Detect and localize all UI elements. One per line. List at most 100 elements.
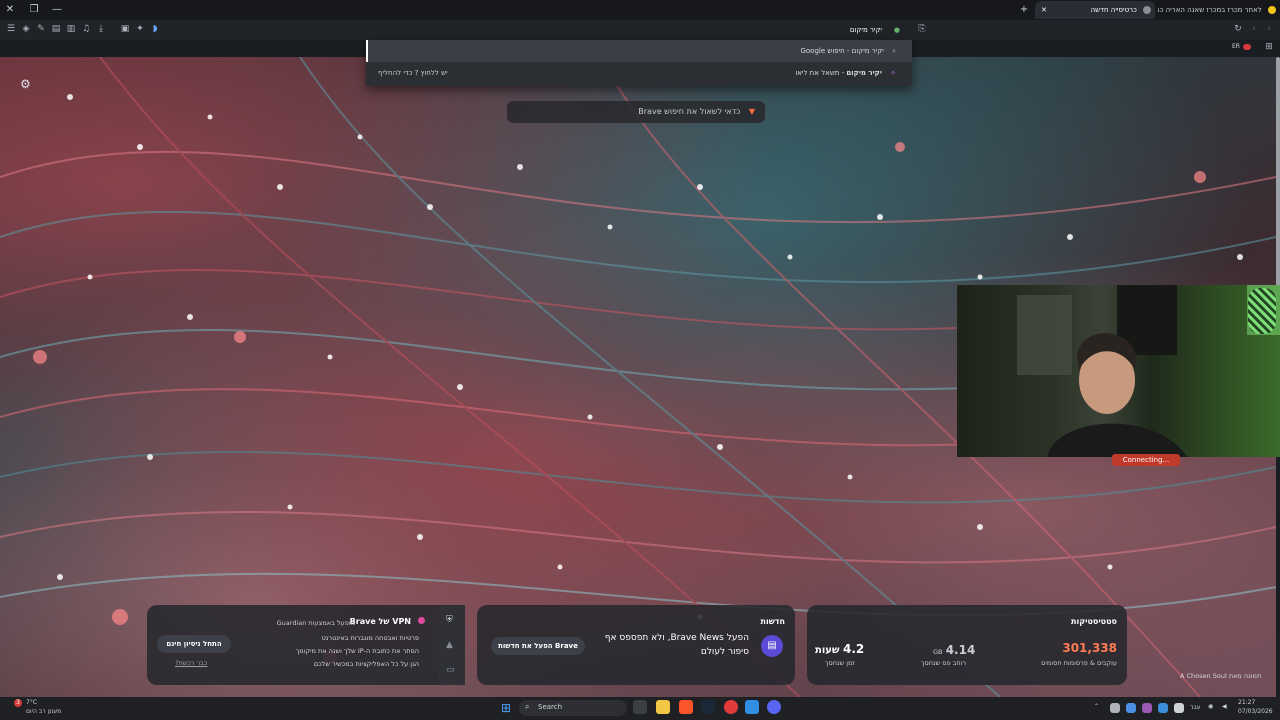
close-window-icon[interactable]: ✕ (2, 2, 18, 18)
restore-window-icon[interactable]: ❐ (26, 2, 42, 18)
record-icon (1243, 44, 1251, 50)
download-icon[interactable]: ⤓ (94, 22, 108, 36)
lang-indicator: ER (1232, 43, 1240, 50)
suggestion-query: יקיר מיקום (851, 47, 884, 55)
suggestion-query: יקיר מיקום (846, 69, 882, 77)
forward-icon[interactable]: ‹ (1247, 22, 1261, 36)
enable-news-button[interactable]: הפעל את חדשות Brave (491, 637, 585, 655)
wallet-icon[interactable]: ◗ (148, 22, 162, 36)
notification-badge: 3 (14, 699, 22, 707)
news-text-line2: סיפור לעולם (700, 647, 749, 657)
app-red-icon[interactable] (724, 700, 738, 714)
volume-icon[interactable]: ◀ (1222, 703, 1227, 710)
address-input[interactable]: יקיר מיקום (850, 26, 912, 34)
sidebar-icon[interactable]: ▤ (49, 22, 63, 36)
stats-card: סטטיסטיקות 301,338 עוקבים & פרסומות חסומ… (807, 605, 1127, 685)
clock-time[interactable]: 21:27 (1238, 699, 1255, 706)
suggestion-google-search[interactable]: ⌕ יקיר מיקום - חיפוש Google (366, 40, 912, 62)
leo-icon: ✧ (890, 69, 896, 77)
tray-app-icon[interactable] (1110, 703, 1120, 713)
vpn-card: VPN של Brave מופעל באמצעות Guardian פרטי… (147, 605, 465, 685)
search-engine-icon: ● (893, 26, 900, 34)
talk-icon[interactable]: ▭ (446, 665, 455, 675)
taskbar-search-box[interactable]: ⌕ Search (519, 700, 627, 716)
photo-credit[interactable]: תמונה מאת A Chosen Soul (1180, 672, 1261, 680)
back-icon[interactable]: › (1262, 22, 1276, 36)
bandwidth-value-group: GB 4.14 (933, 643, 975, 657)
time-value: 4.2 (843, 642, 865, 656)
blocked-label: עוקבים & פרסומות חסומים (1041, 659, 1117, 667)
file-explorer-icon[interactable] (656, 700, 670, 714)
close-tab-icon[interactable]: ✕ (1041, 1, 1047, 19)
panel-icon[interactable]: ▥ (64, 22, 78, 36)
windows-start-icon[interactable]: ⊞ (501, 701, 511, 715)
apps-grid-icon[interactable]: ⊞ (1262, 40, 1276, 54)
suggestion-ask-leo[interactable]: ✧ יקיר מיקום - תשאל את ליאו יש ללחוץ ? כ… (366, 62, 912, 84)
tray-app-icon[interactable] (1174, 703, 1184, 713)
tab-favicon-icon (1143, 6, 1151, 14)
music-icon[interactable]: ♫ (79, 22, 93, 36)
discord-icon[interactable] (767, 700, 781, 714)
news-icon: ▤ (761, 635, 783, 657)
omnibox-dropdown: ⌕ יקיר מיקום - חיפוש Google ✧ יקיר מיקום… (366, 40, 912, 86)
brave-lion-icon: ▼ (748, 107, 755, 116)
vpn-bullet: פרטיות ואבטחה מוגברות באינטרנט (321, 634, 419, 642)
clock-date: 07/03/2026 (1238, 708, 1273, 715)
screenshot-icon[interactable]: ▣ (118, 22, 132, 36)
time-value-group: 4.2 שעות (815, 642, 864, 656)
bandwidth-unit: GB (933, 648, 943, 656)
settings-gear-icon[interactable]: ⚙ (20, 77, 31, 91)
news-title: חדשות (760, 617, 785, 626)
page-scrollbar[interactable] (1276, 57, 1280, 287)
taskbar-search-placeholder: Search (538, 703, 563, 711)
extensions-icon[interactable]: ✦ (133, 22, 147, 36)
minimize-window-icon[interactable]: — (49, 2, 65, 18)
vpn-title: VPN של Brave (349, 617, 411, 626)
stats-title: סטטיסטיקות (1071, 617, 1117, 626)
tab-label: כרטיסייה חדשה (1090, 6, 1137, 14)
news-card: חדשות ▤ הפעל Brave News, ולא תפספס אף סי… (477, 605, 795, 685)
rewards-triangle-icon[interactable]: ▲ (446, 640, 453, 650)
weather-temp[interactable]: 7°C (26, 699, 37, 706)
address-bar[interactable]: יקיר מיקום ● (366, 21, 912, 39)
bandwidth-value: 4.14 (945, 643, 976, 657)
card-switcher: ⛨ ▲ ▭ (438, 605, 465, 685)
vpn-bullet: הסתר את כתובת ה-IP שלך ושנה את מיקומך (295, 647, 419, 655)
vpn-logo-icon (418, 617, 425, 624)
reload-icon[interactable]: ↻ (1231, 22, 1245, 36)
vpn-already-purchased-link[interactable]: כבר רכשת? (175, 659, 207, 667)
task-view-icon[interactable] (633, 700, 647, 714)
tray-chevron-icon[interactable]: ⌃ (1094, 703, 1099, 710)
webcam-person (1017, 285, 1280, 457)
search-icon: ⌕ (892, 47, 896, 55)
tab-article[interactable]: לאחר מכרז במכרז שאנה האריה כמה (1158, 1, 1280, 19)
tab-new-tab[interactable]: כרטיסייה חדשה ✕ (1035, 1, 1155, 19)
bandwidth-label: רוחב פס שנחסך (921, 659, 967, 667)
weather-desc: מעונן רב היום (26, 708, 62, 715)
time-unit: שעות (815, 645, 840, 656)
shield-icon[interactable]: ◈ (19, 22, 33, 36)
tray-app-icon[interactable] (1158, 703, 1168, 713)
pen-icon[interactable]: ✎ (34, 22, 48, 36)
vpn-shield-icon[interactable]: ⛨ (446, 615, 453, 625)
app-blue-icon[interactable] (745, 700, 759, 714)
vpn-bullet: הגן על כל האפליקציות במכשיר שלכם (313, 660, 419, 668)
suggestion-hint: יש ללחוץ ? כדי להחליף (378, 69, 448, 77)
brave-search-tip[interactable]: ▼ כדאי לשאול את חיפוש Brave (507, 101, 765, 123)
steam-icon[interactable] (701, 700, 715, 714)
brave-tip-text: כדאי לשאול את חיפוש Brave (638, 107, 741, 116)
input-language[interactable]: עבר (1190, 704, 1201, 711)
tab-label: לאחר מכרז במכרז שאנה האריה כמה (1158, 6, 1262, 14)
tray-app-icon[interactable] (1126, 703, 1136, 713)
new-tab-icon[interactable]: + (1016, 2, 1032, 18)
vpn-start-trial-button[interactable]: התחל ניסיון חינם (157, 635, 231, 653)
tray-app-icon[interactable] (1142, 703, 1152, 713)
brave-browser-icon[interactable] (679, 700, 693, 714)
news-text-line1: הפעל Brave News, ולא תפספס אף (604, 633, 749, 643)
suggestion-suffix: - חיפוש Google (800, 47, 852, 55)
menu-icon[interactable]: ☰ (4, 22, 18, 36)
search-icon: ⌕ (525, 702, 530, 711)
network-icon[interactable]: ◉ (1208, 703, 1213, 710)
bookmark-icon[interactable]: ⎘ (915, 22, 929, 36)
time-label: זמן שנחסך (825, 659, 855, 667)
